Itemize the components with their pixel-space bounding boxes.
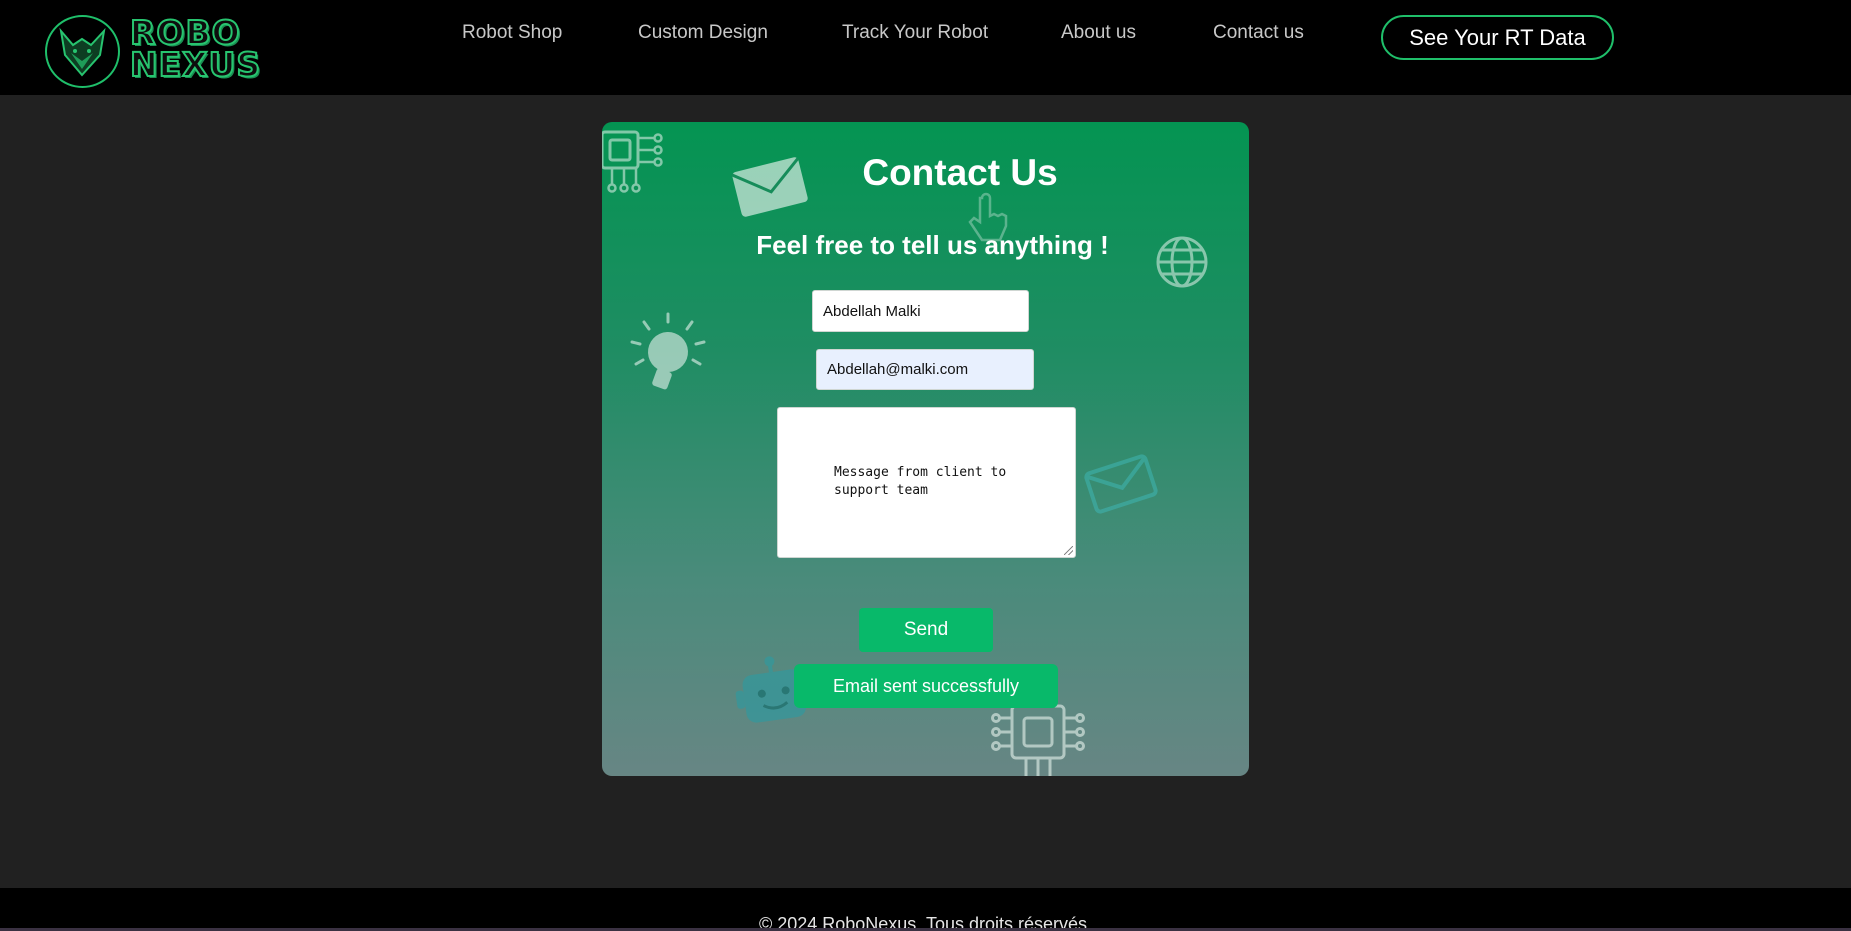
nav-custom-design[interactable]: Custom Design	[638, 22, 768, 44]
see-rt-data-button[interactable]: See Your RT Data	[1381, 15, 1614, 60]
envelope-outline-icon	[1084, 454, 1158, 514]
success-message: Email sent successfully	[794, 664, 1058, 708]
nav-robot-shop[interactable]: Robot Shop	[462, 22, 562, 44]
site-footer: © 2024 RoboNexus. Tous droits réservés.	[0, 888, 1851, 931]
message-textarea[interactable]: Message from client to support team	[777, 407, 1076, 558]
brand-line-2: NEXUS	[129, 45, 262, 84]
chip-icon	[602, 130, 663, 193]
contact-subtitle: Feel free to tell us anything !	[756, 230, 1109, 260]
nav-track-your-robot[interactable]: Track Your Robot	[842, 22, 988, 44]
send-button[interactable]: Send	[859, 608, 993, 652]
fox-emblem-icon	[45, 15, 120, 88]
resize-handle[interactable]	[1064, 546, 1073, 555]
robonexus-logo[interactable]: ROBO NEXUS	[45, 13, 262, 88]
nav-about-us[interactable]: About us	[1061, 22, 1136, 44]
name-field[interactable]: Abdellah Malki	[812, 290, 1029, 332]
lightbulb-icon	[630, 312, 706, 390]
site-header: ROBO NEXUS Robot Shop Custom Design Trac…	[0, 0, 1851, 95]
nav-contact-us[interactable]: Contact us	[1213, 22, 1304, 44]
message-text: Message from client to support team	[834, 465, 1007, 498]
contact-card: Contact Us Feel free to tell us anything…	[602, 122, 1249, 776]
brand-wordmark: ROBO NEXUS	[129, 15, 262, 84]
email-field[interactable]: Abdellah@malki.com	[816, 349, 1034, 390]
contact-title: Contact Us	[862, 152, 1058, 193]
envelope-icon	[731, 157, 808, 217]
